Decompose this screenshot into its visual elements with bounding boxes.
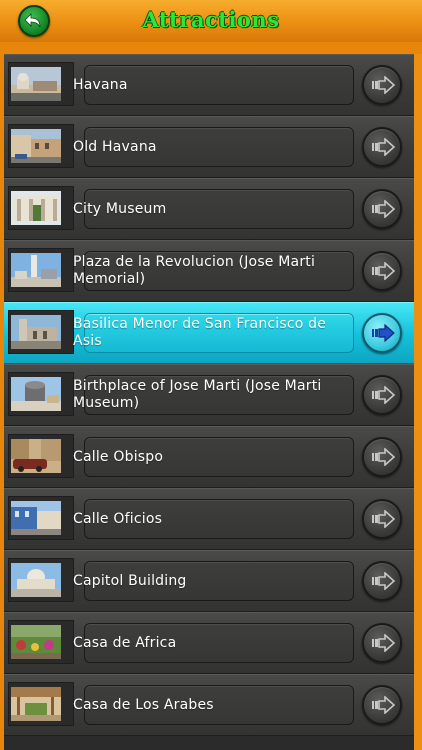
list-item-label: Casa de Africa: [73, 634, 177, 651]
right-edge-strip: [414, 54, 422, 750]
attraction-thumbnail: [11, 253, 61, 287]
thumbnail-frame: [8, 310, 74, 354]
attraction-thumbnail: [11, 129, 61, 163]
list-item-label: Capitol Building: [73, 572, 187, 589]
list-item-label: Basilica Menor de San Francisco de Asis: [73, 316, 327, 349]
arrow-right-icon: [372, 696, 395, 714]
page-title: Attractions: [142, 7, 280, 32]
arrow-right-icon: [372, 510, 395, 528]
thumbnail-frame: [8, 248, 74, 292]
thumbnail-frame: [8, 186, 74, 230]
thumbnail-frame: [8, 434, 74, 478]
list-item-label: Birthplace of Jose Marti (Jose Marti Mus…: [73, 378, 322, 411]
attraction-thumbnail: [11, 687, 61, 721]
list-item-label: Havana: [73, 76, 128, 93]
attraction-thumbnail: [11, 377, 61, 411]
attraction-thumbnail: [11, 191, 61, 225]
open-detail-button[interactable]: [362, 313, 402, 353]
list-item-label: Plaza de la Revolucion (Jose Marti Memor…: [73, 254, 316, 287]
thumbnail-frame: [8, 496, 74, 540]
open-detail-button[interactable]: [362, 375, 402, 415]
arrow-right-icon: [372, 448, 395, 466]
list-item[interactable]: Casa de Africa: [4, 612, 414, 674]
open-detail-button[interactable]: [362, 623, 402, 663]
list-item[interactable]: Birthplace of Jose Marti (Jose Marti Mus…: [4, 364, 414, 426]
list-item[interactable]: Calle Oficios: [4, 488, 414, 550]
list-item[interactable]: Plaza de la Revolucion (Jose Marti Memor…: [4, 240, 414, 302]
thumbnail-frame: [8, 62, 74, 106]
list-item-label: Calle Oficios: [73, 510, 163, 527]
arrow-right-icon: [372, 324, 395, 342]
thumbnail-frame: [8, 682, 74, 726]
thumbnail-frame: [8, 620, 74, 664]
open-detail-button[interactable]: [362, 685, 402, 725]
attraction-thumbnail: [11, 501, 61, 535]
list-item[interactable]: Havana: [4, 54, 414, 116]
thumbnail-frame: [8, 558, 74, 602]
arrow-right-icon: [372, 138, 395, 156]
attractions-list[interactable]: Havana Old Havana City Museum Plaza de l…: [4, 54, 414, 750]
attraction-thumbnail: [11, 563, 61, 597]
arrow-right-icon: [372, 572, 395, 590]
list-item[interactable]: Old Havana: [4, 116, 414, 178]
arrow-right-icon: [372, 76, 395, 94]
arrow-right-icon: [372, 634, 395, 652]
open-detail-button[interactable]: [362, 561, 402, 601]
list-item-label: Casa de Los Arabes: [73, 696, 214, 713]
list-item[interactable]: Calle Obispo: [4, 426, 414, 488]
header-bar: Attractions: [0, 0, 422, 42]
attraction-thumbnail: [11, 67, 61, 101]
list-item[interactable]: City Museum: [4, 178, 414, 240]
open-detail-button[interactable]: [362, 189, 402, 229]
list-item-selected[interactable]: Basilica Menor de San Francisco de Asis: [4, 302, 414, 364]
thumbnail-frame: [8, 124, 74, 168]
list-item-label: Old Havana: [73, 138, 157, 155]
open-detail-button[interactable]: [362, 65, 402, 105]
arrow-right-icon: [372, 262, 395, 280]
thumbnail-frame: [8, 372, 74, 416]
list-item[interactable]: Casa de Los Arabes: [4, 674, 414, 736]
open-detail-button[interactable]: [362, 127, 402, 167]
arrow-right-icon: [372, 200, 395, 218]
list-item-label: City Museum: [73, 200, 167, 217]
list-item[interactable]: Capitol Building: [4, 550, 414, 612]
attraction-thumbnail: [11, 625, 61, 659]
attraction-thumbnail: [11, 315, 61, 349]
open-detail-button[interactable]: [362, 251, 402, 291]
attraction-thumbnail: [11, 439, 61, 473]
open-detail-button[interactable]: [362, 499, 402, 539]
open-detail-button[interactable]: [362, 437, 402, 477]
list-item-label: Calle Obispo: [73, 448, 164, 465]
arrow-right-icon: [372, 386, 395, 404]
